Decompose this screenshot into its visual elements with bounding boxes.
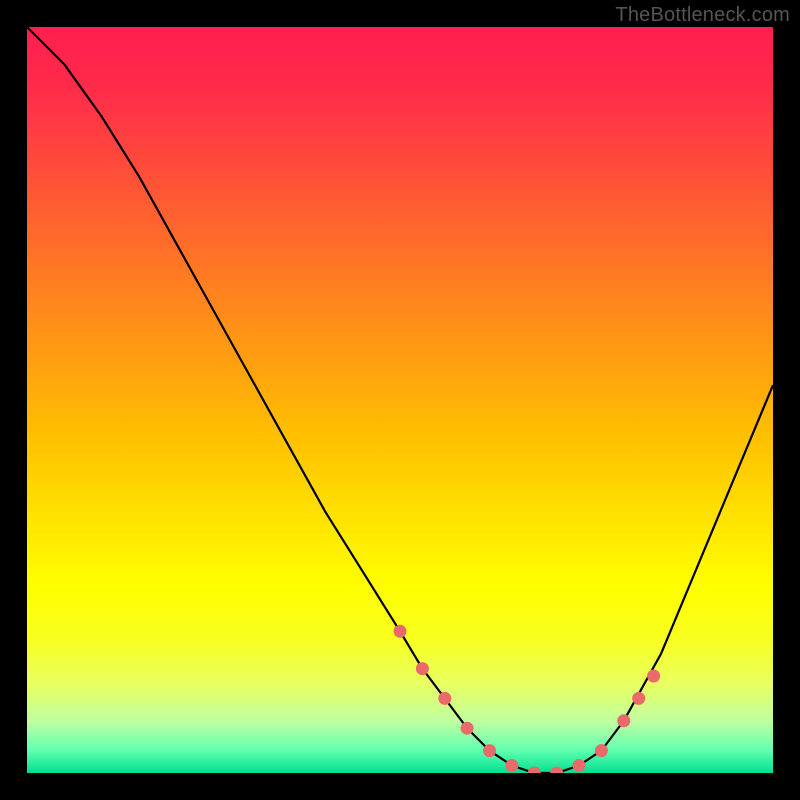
- marker-dot: [617, 714, 630, 727]
- marker-dot: [573, 759, 586, 772]
- marker-dot: [632, 692, 645, 705]
- chart-frame: TheBottleneck.com: [0, 0, 800, 800]
- bottleneck-curve: [27, 27, 773, 773]
- chart-svg: [27, 27, 773, 773]
- marker-dot: [394, 625, 407, 638]
- marker-dot: [550, 767, 563, 774]
- marker-dot: [438, 692, 451, 705]
- marker-dot: [461, 722, 474, 735]
- marker-dot: [505, 759, 518, 772]
- marker-dot: [483, 744, 496, 757]
- marker-group: [394, 625, 661, 773]
- watermark-text: TheBottleneck.com: [615, 4, 790, 27]
- marker-dot: [416, 662, 429, 675]
- marker-dot: [595, 744, 608, 757]
- marker-dot: [528, 767, 541, 774]
- marker-dot: [647, 670, 660, 683]
